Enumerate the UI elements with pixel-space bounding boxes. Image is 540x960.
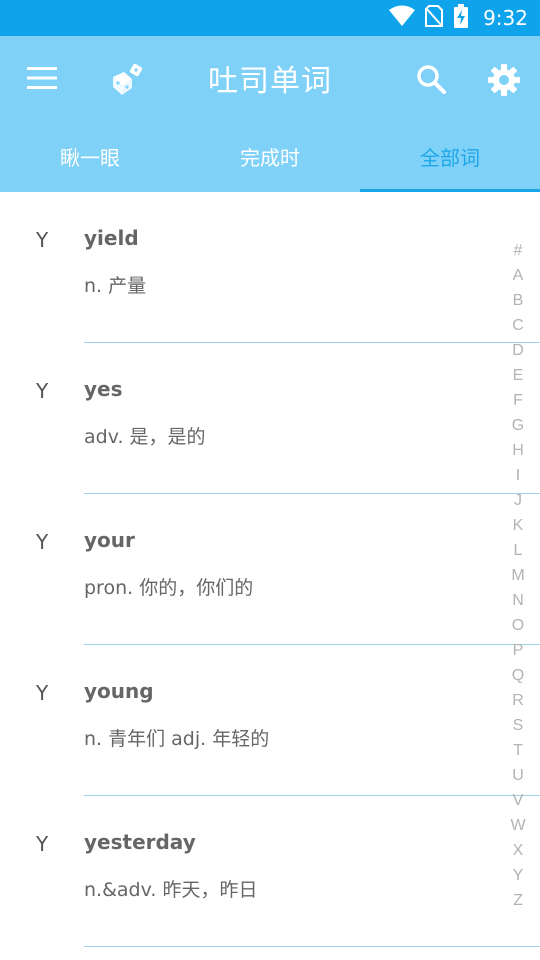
word-meaning: n. 青年们 adj. 年轻的	[84, 728, 270, 750]
gear-icon[interactable]	[484, 60, 524, 100]
tab-completed[interactable]: 完成时	[180, 120, 360, 192]
battery-charging-icon	[453, 4, 469, 32]
index-letter[interactable]: O	[512, 613, 524, 638]
status-bar: 9:32	[0, 0, 540, 36]
tab-glance[interactable]: 瞅一眼	[0, 120, 180, 192]
word-text: yesterday	[84, 830, 196, 854]
divider	[84, 946, 540, 947]
index-letter[interactable]: S	[513, 713, 524, 738]
app-bar: 吐司单词	[0, 36, 540, 120]
index-letter[interactable]: P	[513, 638, 524, 663]
word-meaning: n. 产量	[84, 275, 147, 297]
alphabet-index[interactable]: # A B C D E F G H I J K L M N O P Q R S …	[504, 238, 532, 913]
index-letter[interactable]: R	[512, 688, 524, 713]
index-letter[interactable]: H	[512, 438, 524, 463]
index-letter[interactable]: M	[511, 563, 524, 588]
list-item[interactable]: Y young n. 青年们 adj. 年轻的	[0, 645, 540, 796]
status-time: 9:32	[483, 6, 528, 30]
list-item[interactable]: Y yield n. 产量	[0, 192, 540, 343]
list-item[interactable]: Y your pron. 你的，你们的	[0, 494, 540, 645]
index-letter[interactable]: G	[512, 413, 524, 438]
index-letter[interactable]: T	[513, 738, 523, 763]
word-list: Y yield n. 产量 Y yes adv. 是，是的 Y your pro…	[0, 192, 540, 947]
word-text: young	[84, 679, 154, 703]
index-letter[interactable]: V	[513, 788, 524, 813]
index-letter[interactable]: W	[510, 813, 525, 838]
word-meaning: pron. 你的，你们的	[84, 577, 254, 599]
word-text: yes	[84, 377, 123, 401]
index-letter[interactable]: #	[514, 238, 523, 263]
index-letter[interactable]: D	[512, 338, 524, 363]
tab-bar: 瞅一眼 完成时 全部词	[0, 120, 540, 192]
wifi-icon	[389, 5, 416, 31]
index-letter[interactable]: K	[513, 513, 524, 538]
index-letter[interactable]: J	[514, 488, 522, 513]
index-letter[interactable]: Q	[512, 663, 524, 688]
word-text: your	[84, 528, 135, 552]
tab-all-words[interactable]: 全部词	[360, 120, 540, 192]
section-letter: Y	[36, 379, 49, 403]
word-meaning: adv. 是，是的	[84, 426, 206, 448]
section-letter: Y	[36, 530, 49, 554]
index-letter[interactable]: C	[512, 313, 524, 338]
search-icon[interactable]	[412, 60, 450, 98]
app-title: 吐司单词	[208, 64, 332, 99]
index-letter[interactable]: L	[514, 538, 523, 563]
index-letter[interactable]: X	[513, 838, 524, 863]
section-letter: Y	[36, 228, 49, 252]
index-letter[interactable]: A	[513, 263, 524, 288]
index-letter[interactable]: U	[512, 763, 524, 788]
index-letter[interactable]: F	[513, 388, 523, 413]
word-meaning: n.&adv. 昨天，昨日	[84, 879, 258, 901]
index-letter[interactable]: N	[512, 588, 524, 613]
list-item[interactable]: Y yes adv. 是，是的	[0, 343, 540, 494]
word-text: yield	[84, 226, 139, 250]
section-letter: Y	[36, 832, 49, 856]
no-sim-icon	[425, 5, 444, 31]
index-letter[interactable]: Z	[513, 888, 523, 913]
index-letter[interactable]: B	[513, 288, 524, 313]
index-letter[interactable]: I	[516, 463, 520, 488]
index-letter[interactable]: Y	[513, 863, 524, 888]
section-letter: Y	[36, 681, 49, 705]
list-item[interactable]: Y yesterday n.&adv. 昨天，昨日	[0, 796, 540, 947]
index-letter[interactable]: E	[513, 363, 524, 388]
